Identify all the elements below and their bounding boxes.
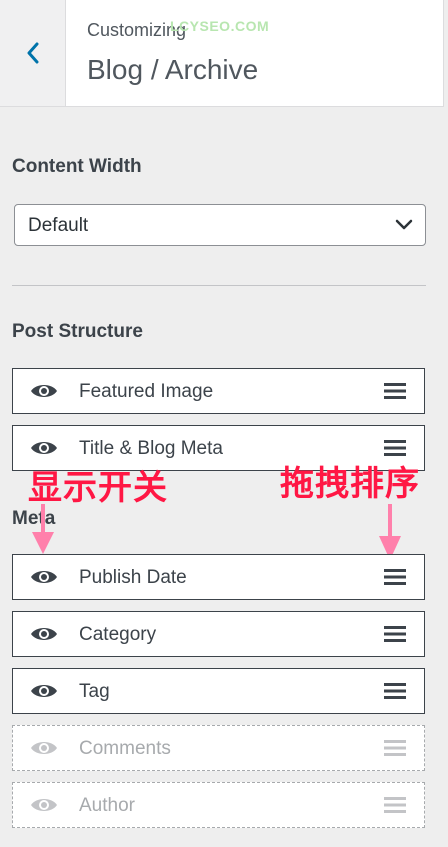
chevron-left-icon: [27, 42, 38, 64]
arrow-down-icon: [32, 504, 54, 554]
post-structure-heading: Post Structure: [12, 321, 143, 342]
item-label: Category: [79, 624, 157, 645]
drag-handle-icon[interactable]: [384, 440, 406, 456]
item-label: Comments: [79, 738, 171, 759]
meta-item[interactable]: Author: [12, 782, 425, 828]
drag-handle-icon[interactable]: [384, 569, 406, 585]
item-label: Title & Blog Meta: [79, 438, 223, 459]
eye-icon[interactable]: [30, 625, 58, 643]
drag-handle-icon[interactable]: [384, 383, 406, 399]
eye-icon[interactable]: [30, 382, 58, 400]
content-width-select[interactable]: Default: [14, 204, 426, 246]
meta-item[interactable]: Tag: [12, 668, 425, 714]
chevron-down-icon: [395, 219, 413, 230]
item-label: Tag: [79, 681, 110, 702]
eye-icon[interactable]: [30, 439, 58, 457]
eye-icon[interactable]: [30, 739, 58, 757]
customizer-panel: Customizing LCYSEO.COM Blog / Archive Co…: [0, 0, 448, 847]
content-width-heading: Content Width: [12, 156, 142, 177]
arrow-down-icon: [379, 504, 401, 560]
divider: [12, 285, 426, 286]
page-title: Blog / Archive: [87, 54, 259, 85]
item-label: Featured Image: [79, 381, 214, 402]
drag-handle-icon[interactable]: [384, 740, 406, 756]
drag-handle-icon[interactable]: [384, 797, 406, 813]
annotation-drag: 拖拽排序: [280, 464, 420, 504]
annotation-toggle: 显示开关: [28, 468, 168, 508]
watermark: LCYSEO.COM: [170, 18, 270, 34]
drag-handle-icon[interactable]: [384, 683, 406, 699]
item-label: Publish Date: [79, 567, 187, 588]
meta-item[interactable]: Category: [12, 611, 425, 657]
eye-icon[interactable]: [30, 796, 58, 814]
meta-item[interactable]: Comments: [12, 725, 425, 771]
content-width-value: Default: [28, 215, 89, 236]
customizer-header: Customizing LCYSEO.COM Blog / Archive: [0, 0, 444, 107]
meta-item[interactable]: Publish Date: [12, 554, 425, 600]
item-label: Author: [79, 795, 135, 816]
eye-icon[interactable]: [30, 682, 58, 700]
post-structure-item[interactable]: Featured Image: [12, 368, 425, 414]
back-button[interactable]: [0, 0, 66, 106]
drag-handle-icon[interactable]: [384, 626, 406, 642]
eye-icon[interactable]: [30, 568, 58, 586]
